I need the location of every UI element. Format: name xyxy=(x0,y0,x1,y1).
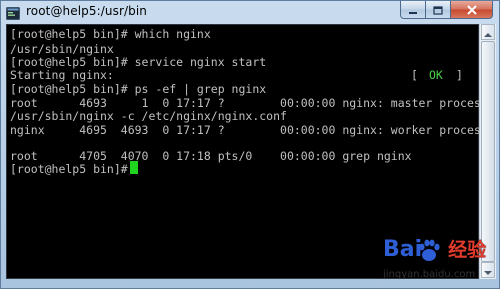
minimize-icon xyxy=(408,0,418,19)
maximize-icon xyxy=(433,0,443,19)
title-bar[interactable]: root@help5:/usr/bin xyxy=(1,1,499,23)
minimize-button[interactable] xyxy=(400,1,426,19)
window-title: root@help5:/usr/bin xyxy=(26,4,148,18)
status-bracket-open: [ xyxy=(411,68,418,82)
terminal-window: root@help5:/usr/bin [root@help5 bin]# wh… xyxy=(0,0,500,289)
maximize-button[interactable] xyxy=(426,1,451,19)
terminal-line: nginx 4695 4693 0 17:17 ? 00:00:00 nginx… xyxy=(10,123,488,137)
terminal-prompt: [root@help5 bin]# xyxy=(10,162,135,176)
terminal-line: Starting nginx: xyxy=(10,68,114,82)
text-cursor xyxy=(130,161,138,174)
watermark-url: jingyan.baidu.com xyxy=(383,269,476,280)
close-button[interactable] xyxy=(451,1,493,19)
arrow-up-icon xyxy=(484,23,492,42)
close-icon xyxy=(466,0,478,19)
scroll-up-button[interactable] xyxy=(481,24,495,40)
scroll-thumb[interactable] xyxy=(481,41,495,262)
terminal-line: [root@help5 bin]# ps -ef | grep nginx xyxy=(10,82,267,96)
status-ok: OK xyxy=(429,68,443,82)
window-controls xyxy=(400,1,493,20)
paw-icon xyxy=(416,237,442,263)
terminal-icon[interactable] xyxy=(6,5,20,20)
terminal-line: /usr/sbin/nginx -c /etc/nginx/nginx.conf xyxy=(10,109,287,123)
status-bracket-close: ] xyxy=(456,68,463,82)
baidu-watermark: Bai 经验 jingyan.baidu.com xyxy=(379,235,497,287)
terminal-line: [root@help5 bin]# which nginx xyxy=(10,27,211,41)
